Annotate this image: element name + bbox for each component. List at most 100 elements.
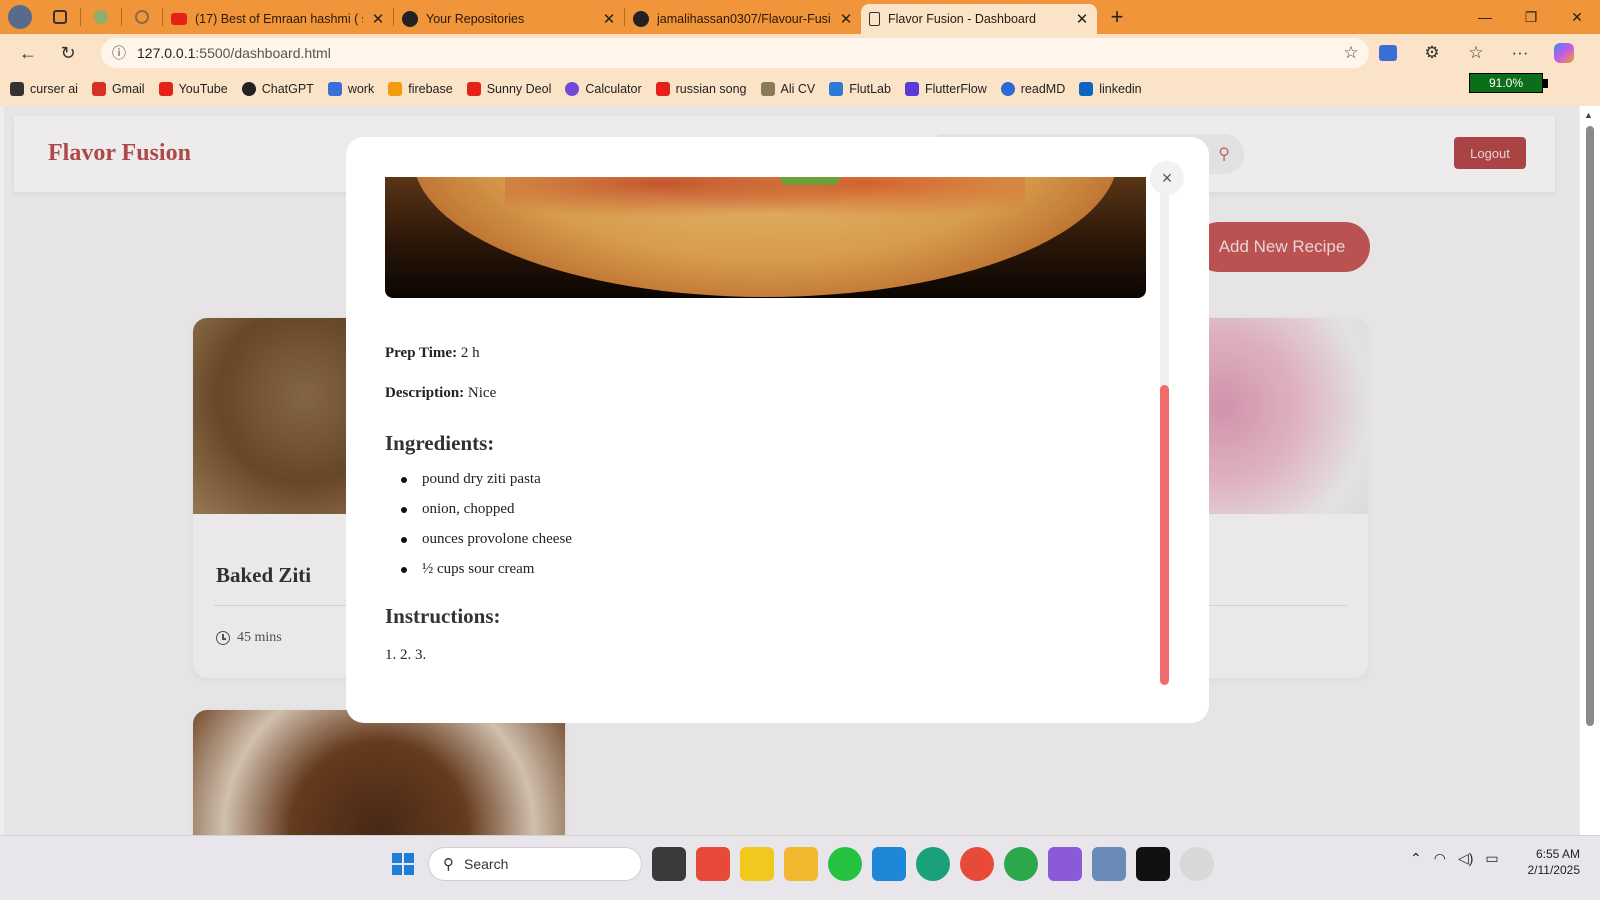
close-window-icon[interactable]: ✕ (1554, 0, 1600, 34)
tab-flavour-fusion-repo[interactable]: jamalihassan0307/Flavour-Fusion ✕ (625, 4, 861, 34)
page-scrollbar[interactable]: ▲ ▼ (1580, 106, 1600, 852)
clock-app-icon[interactable] (1180, 847, 1214, 881)
tab-label: Your Repositories (426, 12, 525, 26)
taskbar-search[interactable]: ⚲ Search (428, 847, 642, 881)
edge-icon[interactable] (916, 847, 950, 881)
close-icon[interactable]: ✕ (602, 10, 616, 28)
bookmark-label: ChatGPT (261, 82, 314, 96)
chevron-up-icon[interactable]: ⌃ (1410, 850, 1422, 867)
chrome-profile-icon[interactable] (1004, 847, 1038, 881)
favorites-icon[interactable]: ☆ (1454, 34, 1498, 72)
bullet (401, 567, 407, 573)
youtube-icon (171, 13, 187, 25)
url-text: 127.0.0.1:5500/dashboard.html (137, 45, 1333, 61)
ingredient-item: ounces provolone cheese (401, 531, 572, 561)
copilot-icon[interactable] (1542, 34, 1586, 72)
vscode-icon[interactable] (872, 847, 906, 881)
translate-icon[interactable] (1366, 34, 1410, 72)
tab-label: (17) Best of Emraan hashmi ( slow (195, 12, 363, 26)
minimize-icon[interactable]: — (1462, 0, 1508, 34)
tab-repositories[interactable]: Your Repositories ✕ (394, 4, 624, 34)
windows-taskbar: ⚲ Search ⌃ ◠ ◁) ▭ 6:55 AM 2/11/2025 (0, 835, 1600, 900)
pinned-tab-1[interactable] (81, 0, 121, 34)
linkedin-icon (1079, 82, 1094, 96)
page-icon (869, 12, 880, 26)
ingredient-text: ounces provolone cheese (422, 531, 572, 547)
bookmark-calculator[interactable]: Calculator (565, 82, 642, 96)
wifi-icon[interactable]: ◠ (1434, 850, 1446, 867)
bookmark-ali-cv[interactable]: Ali CV (760, 82, 816, 96)
close-icon[interactable]: ✕ (371, 10, 385, 28)
modal-scrollbar[interactable] (1160, 189, 1169, 685)
tab-dashboard[interactable]: Flavor Fusion - Dashboard ✕ (861, 4, 1097, 34)
scroll-up-icon[interactable]: ▲ (1584, 110, 1593, 120)
taskbar-clock[interactable]: 6:55 AM 2/11/2025 (1490, 846, 1581, 878)
prep-time-label: Prep Time: (385, 345, 458, 361)
anydesk-icon[interactable] (696, 847, 730, 881)
restore-icon[interactable]: ❐ (1508, 0, 1554, 34)
file-explorer-icon[interactable] (784, 847, 818, 881)
volume-icon[interactable]: ◁) (1458, 850, 1473, 867)
workspaces-icon[interactable] (40, 0, 80, 34)
description: Description: Nice (385, 385, 496, 402)
ingredients-heading: Ingredients: (385, 431, 495, 455)
chat-app-icon[interactable] (740, 847, 774, 881)
tab-youtube[interactable]: (17) Best of Emraan hashmi ( slow ✕ (163, 4, 393, 34)
task-view-icon[interactable] (652, 847, 686, 881)
site-info-icon[interactable]: ⓘ (101, 43, 137, 63)
close-icon[interactable]: ✕ (839, 10, 853, 28)
bookmark-label: russian song (675, 82, 747, 96)
bookmark-flutterflow[interactable]: FlutterFlow (904, 82, 987, 96)
extensions-icon[interactable]: ⚙ (1410, 34, 1454, 72)
url-path: :5500/dashboard.html (195, 45, 331, 61)
document-icon (327, 82, 342, 96)
more-menu-icon[interactable]: ··· (1498, 34, 1542, 72)
bookmark-curser-ai[interactable]: curser ai (10, 82, 78, 96)
bookmark-gmail[interactable]: Gmail (91, 82, 145, 96)
bookmark-russian-song[interactable]: russian song (655, 82, 747, 96)
whatsapp-icon[interactable] (828, 847, 862, 881)
github-icon (402, 11, 418, 27)
start-button[interactable] (386, 847, 420, 881)
ingredient-item: ½ cups sour cream (401, 561, 572, 591)
recipe-detail-modal: × Prep Time: 2 h Description: Nice Ingre… (346, 137, 1209, 723)
favorite-star-icon[interactable]: ☆ (1333, 43, 1369, 63)
bookmark-youtube[interactable]: YouTube (158, 82, 228, 96)
youtube-icon (158, 82, 173, 96)
bookmark-sunny-deol[interactable]: Sunny Deol (466, 82, 552, 96)
bookmark-readmd[interactable]: readMD (1000, 82, 1065, 96)
profile-avatar[interactable] (0, 0, 40, 34)
taskbar-search-label: Search (464, 856, 509, 872)
bookmark-firebase[interactable]: firebase (388, 82, 453, 96)
window-controls: — ❐ ✕ (1462, 0, 1600, 34)
bookmark-linkedin[interactable]: linkedin (1079, 82, 1142, 96)
bookmark-flutlab[interactable]: FlutLab (829, 82, 891, 96)
scrollbar-thumb[interactable] (1586, 126, 1594, 726)
basil-leaf (780, 177, 840, 185)
back-icon[interactable]: ← (8, 34, 48, 72)
description-value: Nice (464, 385, 497, 401)
chrome-icon[interactable] (960, 847, 994, 881)
address-bar-row: ← ↻ ⓘ 127.0.0.1:5500/dashboard.html ☆ ⚙ … (0, 34, 1600, 72)
reload-icon[interactable]: ↻ (48, 34, 88, 72)
bookmark-work[interactable]: work (327, 82, 374, 96)
capcut-icon[interactable] (1136, 847, 1170, 881)
url-field[interactable]: ⓘ 127.0.0.1:5500/dashboard.html ☆ (101, 38, 1369, 68)
modal-scrollbar-thumb[interactable] (1160, 385, 1169, 685)
bookmark-label: Ali CV (780, 82, 816, 96)
bookmark-label: linkedin (1099, 82, 1142, 96)
bookmark-label: Sunny Deol (486, 82, 552, 96)
visual-studio-icon[interactable] (1048, 847, 1082, 881)
youtube-icon (655, 82, 670, 96)
bookmark-chatgpt[interactable]: ChatGPT (241, 82, 314, 96)
performance-monitor-icon[interactable] (1092, 847, 1126, 881)
ingredient-text: pound dry ziti pasta (422, 471, 541, 487)
battery-indicator: 91.0% (1469, 73, 1548, 93)
clock-time: 6:55 AM (1535, 847, 1580, 861)
new-tab-button[interactable]: + (1097, 0, 1137, 34)
pinned-tab-2[interactable] (122, 0, 162, 34)
bookmark-icon (10, 82, 24, 96)
clock-date: 2/11/2025 (1527, 863, 1581, 877)
close-icon[interactable]: ✕ (1075, 10, 1089, 28)
tab-label: jamalihassan0307/Flavour-Fusion (657, 12, 831, 26)
